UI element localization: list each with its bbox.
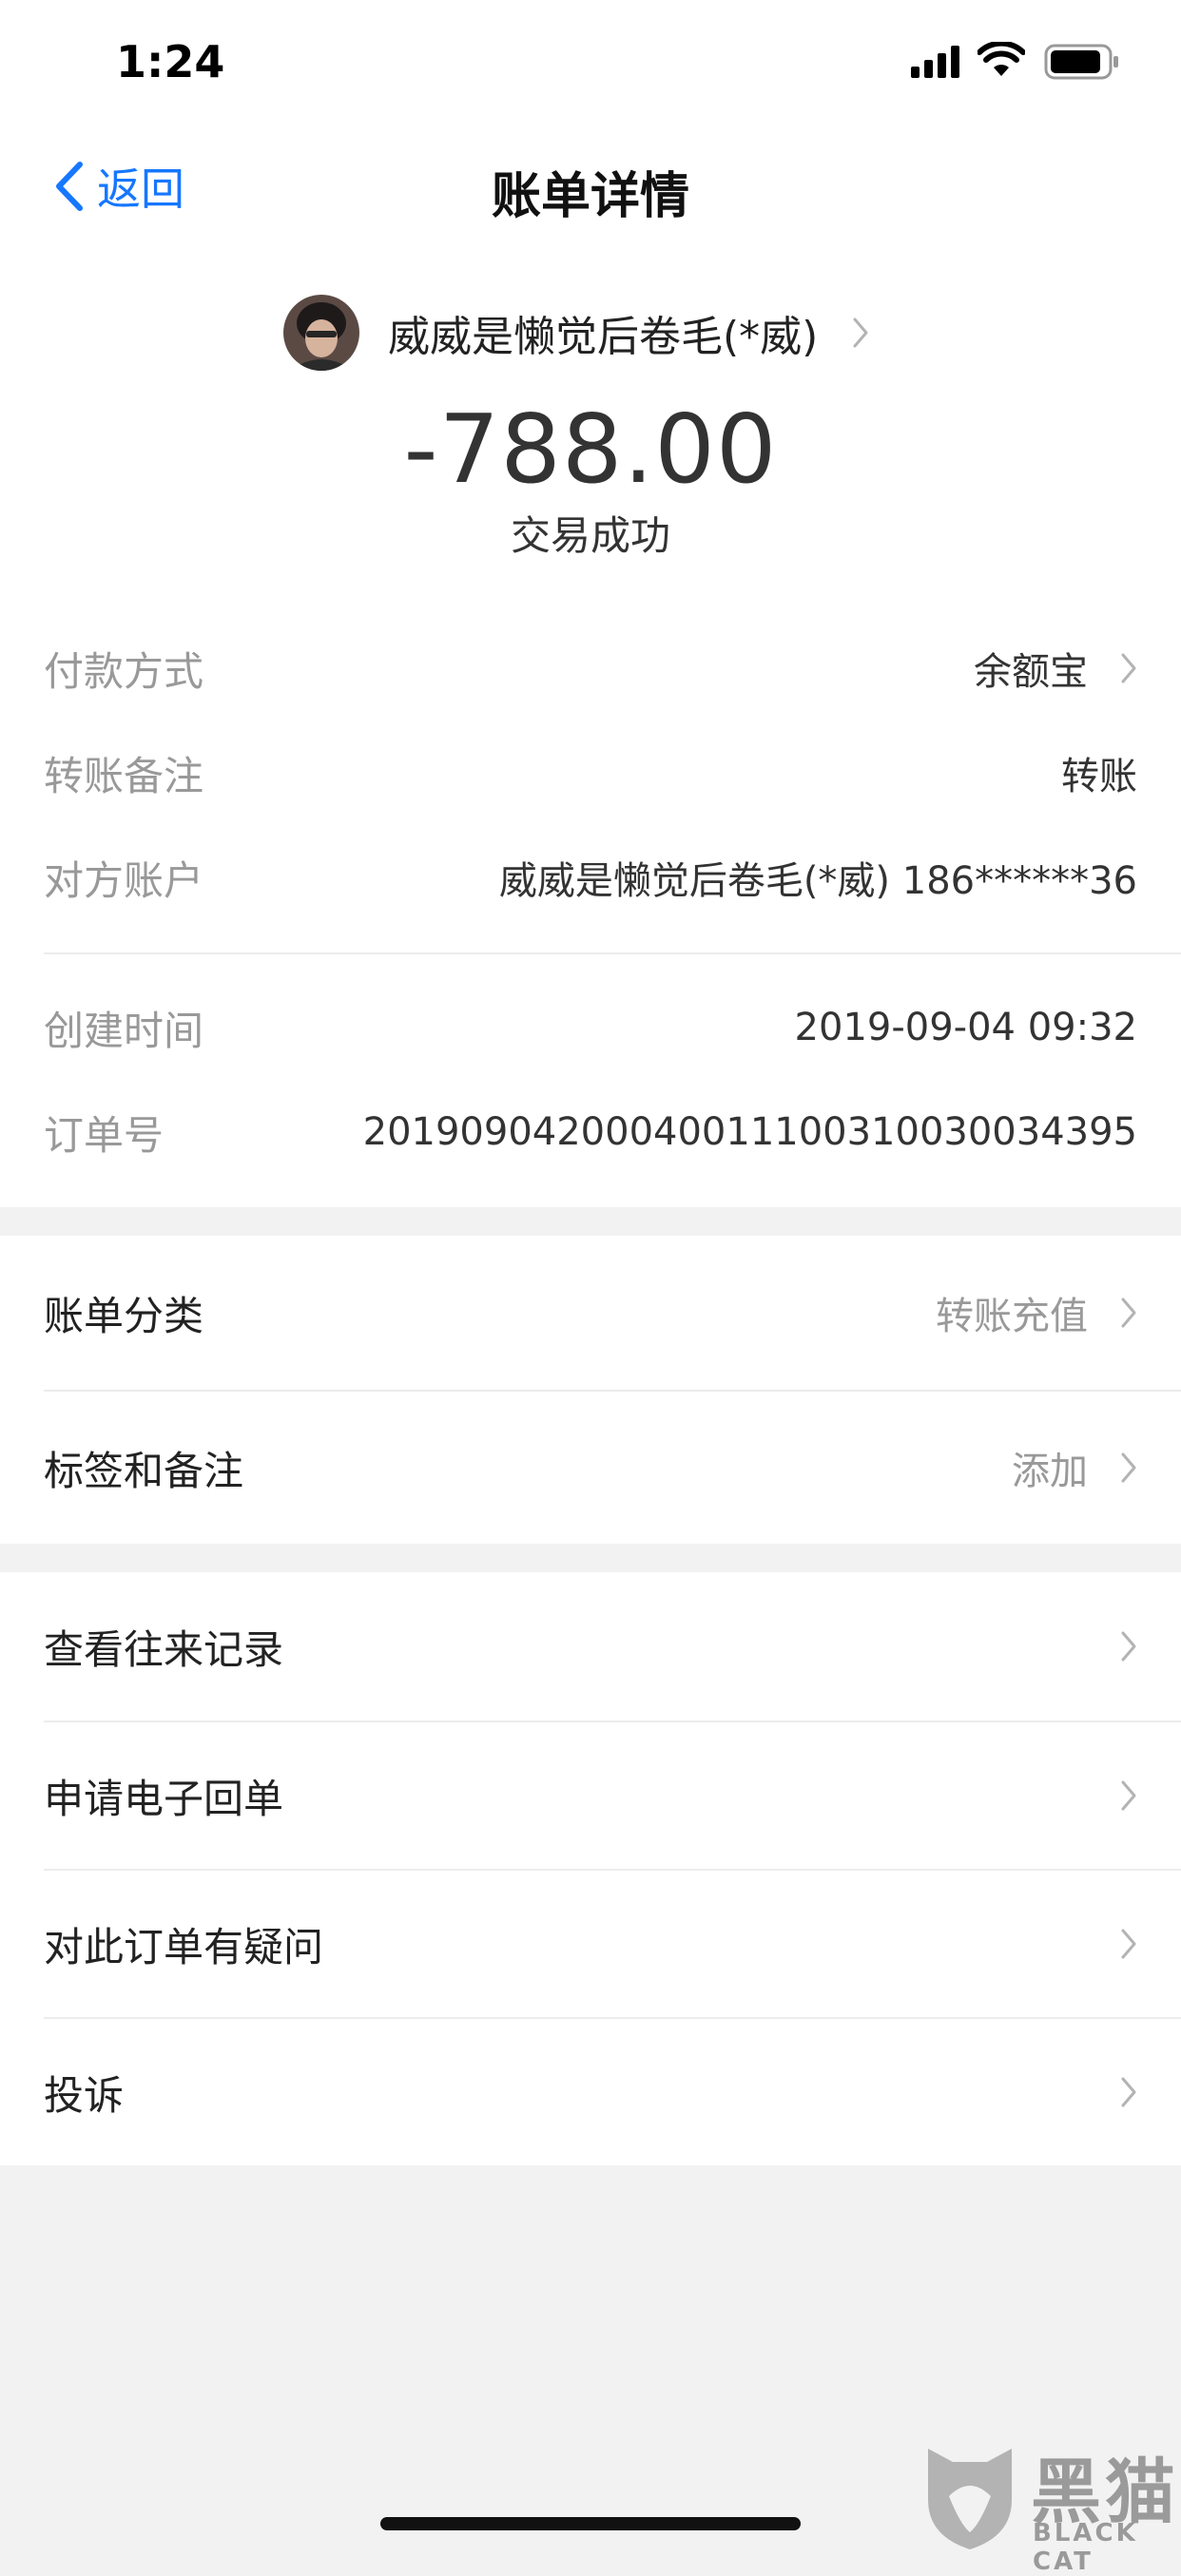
avatar <box>283 295 359 371</box>
chevron-right-icon <box>1121 1631 1136 1662</box>
detail-label: 付款方式 <box>44 647 204 695</box>
payee-name: 威威是懒觉后卷毛(*威) <box>388 313 819 361</box>
page-title: 账单详情 <box>491 168 689 225</box>
item-label: 标签和备注 <box>44 1447 244 1494</box>
complaint-item[interactable]: 投诉 <box>44 2019 1137 2165</box>
detail-row-counterparty: 对方账户 威威是懒觉后卷毛(*威) 186******36 <box>44 844 1137 911</box>
black-cat-logo-icon <box>928 2449 1012 2549</box>
order-question-item[interactable]: 对此订单有疑问 <box>44 1871 1137 2017</box>
item-label: 账单分类 <box>44 1292 204 1339</box>
actions-card: 查看往来记录 申请电子回单 对此订单有疑问 投诉 <box>0 1572 1181 2165</box>
wifi-icon <box>978 42 1025 76</box>
e-receipt-item[interactable]: 申请电子回单 <box>44 1722 1137 1869</box>
detail-value: 威威是懒觉后卷毛(*威) 186******36 <box>498 859 1137 903</box>
detail-value: 余额宝 <box>974 650 1088 694</box>
divider <box>44 952 1181 954</box>
chevron-right-icon <box>1121 1298 1136 1328</box>
item-label: 查看往来记录 <box>44 1625 284 1673</box>
detail-value: 转账 <box>1061 755 1137 798</box>
detail-row-created-time: 创建时间 2019-09-04 09:32 <box>44 994 1137 1061</box>
detail-label: 转账备注 <box>44 752 204 799</box>
item-label: 对此订单有疑问 <box>44 1923 324 1970</box>
signal-icon <box>911 46 959 78</box>
detail-row-payment-method[interactable]: 付款方式 余额宝 <box>44 635 1137 702</box>
chevron-right-icon <box>1121 1452 1136 1483</box>
status-bar: 1:24 <box>0 0 1181 124</box>
watermark: 黑猫 BLACK CAT <box>920 2441 1181 2576</box>
chevron-right-icon <box>1121 1780 1136 1811</box>
item-label: 申请电子回单 <box>44 1775 284 1822</box>
classify-card: 账单分类 转账充值 标签和备注 添加 <box>0 1236 1181 1544</box>
tags-notes-item[interactable]: 标签和备注 添加 <box>44 1392 1137 1544</box>
item-value: 转账充值 <box>936 1295 1088 1338</box>
home-indicator[interactable] <box>380 2517 801 2530</box>
detail-row-transfer-note: 转账备注 转账 <box>44 740 1137 806</box>
detail-label: 对方账户 <box>44 856 204 904</box>
item-label: 投诉 <box>44 2071 125 2119</box>
transaction-amount: -788.00 <box>403 394 778 505</box>
detail-label: 订单号 <box>44 1111 165 1159</box>
detail-value: 20190904200040011100310030034395 <box>362 1110 1137 1154</box>
detail-label: 创建时间 <box>44 1007 204 1054</box>
bill-category-item[interactable]: 账单分类 转账充值 <box>44 1236 1137 1390</box>
chevron-right-icon <box>1121 653 1136 683</box>
battery-icon <box>1044 44 1118 80</box>
status-time: 1:24 <box>116 36 225 87</box>
nav-bar: 返回 账单详情 <box>0 124 1181 253</box>
detail-row-order-number: 订单号 20190904200040011100310030034395 <box>44 1099 1137 1165</box>
chevron-right-icon <box>1121 1929 1136 1959</box>
chevron-right-icon <box>1121 2077 1136 2107</box>
bill-summary-card: 威威是懒觉后卷毛(*威) -788.00 交易成功 付款方式 余额宝 转账备注 … <box>0 253 1181 1207</box>
item-value: 添加 <box>1012 1450 1088 1493</box>
watermark-en: BLACK CAT <box>1033 2519 1138 2576</box>
view-history-item[interactable]: 查看往来记录 <box>44 1572 1137 1721</box>
payee-row[interactable]: 威威是懒觉后卷毛(*威) <box>283 293 869 373</box>
transaction-status: 交易成功 <box>510 512 670 559</box>
chevron-right-icon <box>853 317 868 348</box>
detail-value: 2019-09-04 09:32 <box>794 1006 1137 1049</box>
